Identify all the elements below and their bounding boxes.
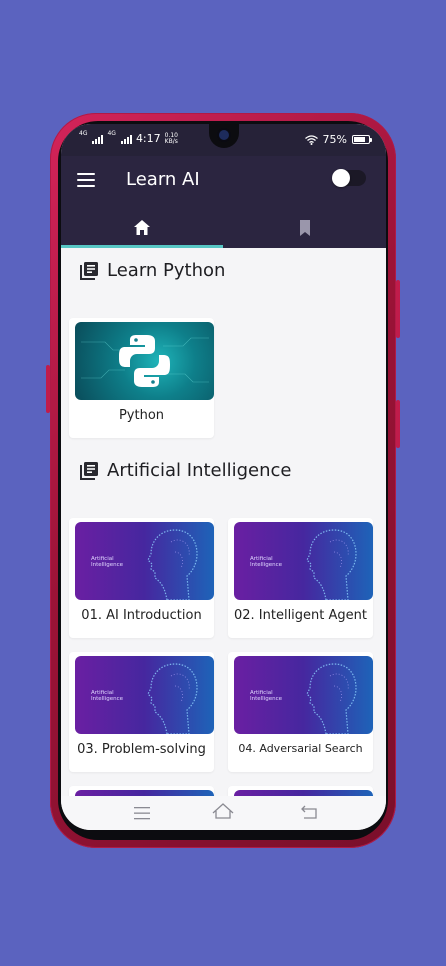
nav-menu-button[interactable]: [134, 805, 150, 824]
course-card-label: 03. Problem-solving: [77, 742, 206, 757]
side-key: [46, 365, 50, 413]
section-header-ai: Artificial Intelligence: [79, 460, 292, 481]
network-speed: 0.10 KB/s: [164, 132, 178, 145]
course-card-partial[interactable]: [228, 786, 373, 796]
course-card-label: 04. Adversarial Search: [238, 742, 363, 755]
status-right: 75%: [304, 133, 372, 146]
status-time: 4:17: [135, 132, 161, 145]
home-icon: [212, 803, 234, 819]
wifi-icon: [304, 134, 318, 145]
phone-screen: 4G 4G 4:17 0.10 KB/s 75% Learn AI Learn …: [61, 124, 386, 830]
nav-home-button[interactable]: [212, 803, 234, 823]
signal-2-label: 4G: [107, 129, 116, 137]
course-card-ai-2[interactable]: Artificial Intelligence 02. Intelligent A…: [228, 518, 373, 638]
course-thumbnail: Artificial Intelligence: [234, 522, 373, 600]
main-content[interactable]: Learn Python Python Artificial Intellige…: [61, 248, 386, 796]
tab-bookmarks[interactable]: [224, 210, 386, 248]
system-nav-bar: [61, 796, 386, 830]
ai-head-icon: [147, 529, 198, 600]
course-thumbnail: Artificial Intelligence: [234, 656, 373, 734]
book-list-icon: [80, 461, 98, 480]
app-bar: Learn AI: [61, 156, 386, 248]
course-card-python[interactable]: Python: [69, 318, 214, 438]
hamburger-menu-icon[interactable]: [77, 173, 95, 187]
menu-icon: [134, 807, 150, 820]
signal-1-label: 4G: [79, 129, 88, 137]
status-bar: 4G 4G 4:17 0.10 KB/s 75%: [61, 124, 386, 156]
section-title: Artificial Intelligence: [107, 460, 292, 481]
course-card-ai-4[interactable]: Artificial Intelligence 04. Adversarial S…: [228, 652, 373, 772]
home-icon: [134, 220, 150, 235]
python-logo-icon: [81, 335, 209, 387]
course-thumbnail: Artificial Intelligence: [75, 522, 214, 600]
course-card-partial[interactable]: [69, 786, 214, 796]
ai-head-icon: [306, 663, 357, 734]
theme-toggle[interactable]: [332, 169, 366, 187]
course-card-label: 01. AI Introduction: [81, 608, 202, 623]
course-card-label: Python: [118, 408, 165, 423]
course-card-ai-3[interactable]: Artificial Intelligence 03. Problem-solvi…: [69, 652, 214, 772]
back-icon: [301, 805, 317, 819]
power-button: [396, 280, 400, 338]
tab-home[interactable]: [61, 210, 223, 248]
book-list-icon: [80, 261, 98, 280]
battery-icon: [352, 135, 372, 144]
signal-1-icon: [92, 134, 104, 144]
section-title: Learn Python: [107, 260, 226, 281]
course-card-ai-1[interactable]: Artificial Intelligence 01. AI Introducti…: [69, 518, 214, 638]
tab-bar: [61, 210, 386, 248]
toggle-knob: [332, 169, 350, 187]
bookmark-icon: [300, 220, 310, 236]
battery-percent: 75%: [322, 133, 347, 146]
network-speed-unit: KB/s: [164, 137, 178, 145]
course-thumbnail: Artificial Intelligence: [75, 656, 214, 734]
section-header-python: Learn Python: [79, 260, 225, 281]
ai-head-icon: [147, 663, 198, 734]
course-thumbnail: [75, 322, 214, 400]
app-title: Learn AI: [126, 169, 200, 190]
course-card-label: 02. Intelligent Agent: [233, 608, 367, 623]
front-camera: [209, 124, 239, 148]
nav-back-button[interactable]: [301, 804, 317, 823]
ai-head-icon: [306, 529, 357, 600]
status-left: 4G 4G 4:17 0.10 KB/s: [79, 129, 178, 145]
signal-2-icon: [120, 134, 132, 144]
volume-button: [396, 400, 400, 448]
